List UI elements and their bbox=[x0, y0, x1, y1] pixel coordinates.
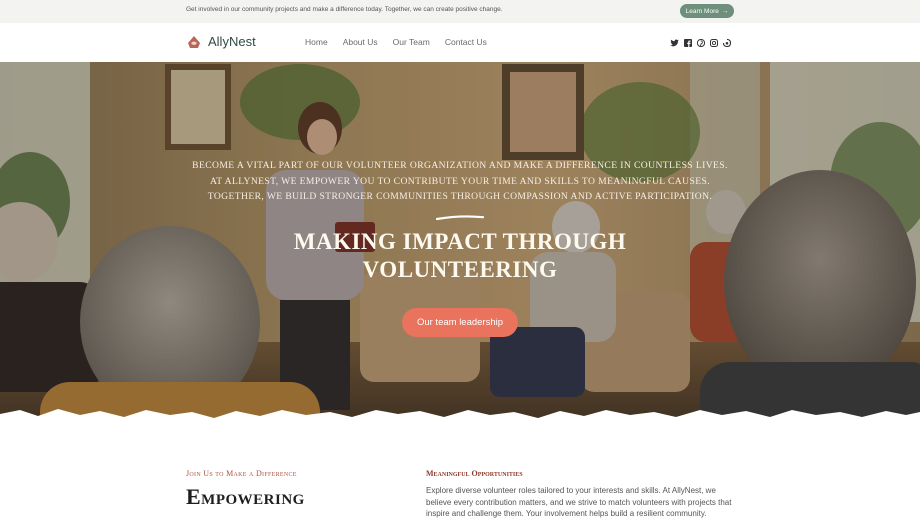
social-links bbox=[670, 38, 731, 47]
brand-name[interactable]: AllyNest bbox=[208, 34, 256, 49]
arrow-right-icon: → bbox=[721, 7, 729, 15]
team-leadership-button[interactable]: Our team leadership bbox=[402, 308, 518, 337]
main-nav: Home About Us Our Team Contact Us bbox=[305, 37, 487, 47]
site-header: AllyNest Home About Us Our Team Contact … bbox=[0, 23, 920, 63]
section-heading: Empowering bbox=[186, 484, 305, 509]
hero-paragraph: Become a vital part of our volunteer org… bbox=[192, 160, 728, 202]
hero-title-line-1: MAKING IMPACT THROUGH bbox=[293, 229, 627, 254]
threads-icon[interactable] bbox=[722, 38, 731, 47]
torn-edge-divider bbox=[0, 409, 920, 422]
hero-title-line-2: VOLUNTEERING bbox=[362, 257, 558, 282]
nav-contact-us[interactable]: Contact Us bbox=[445, 37, 487, 47]
learn-more-label: Learn More bbox=[685, 7, 719, 15]
hero-section: Become a vital part of our volunteer org… bbox=[0, 62, 920, 422]
section-body-text: Explore diverse volunteer roles tailored… bbox=[426, 486, 732, 518]
nav-our-team[interactable]: Our Team bbox=[393, 37, 430, 47]
pinterest-icon[interactable] bbox=[696, 38, 705, 47]
brush-stroke-divider bbox=[436, 215, 484, 221]
twitter-icon[interactable] bbox=[670, 38, 679, 47]
section-eyebrow: Join Us to Make a Difference bbox=[186, 469, 297, 478]
instagram-icon[interactable] bbox=[709, 38, 718, 47]
announcement-bar: Get involved in our community projects a… bbox=[0, 0, 920, 23]
learn-more-button[interactable]: Learn More → bbox=[680, 4, 734, 18]
section-subheading: Meaningful Opportunities bbox=[426, 469, 523, 478]
hero-title: MAKING IMPACT THROUGH VOLUNTEERING bbox=[186, 228, 734, 284]
facebook-icon[interactable] bbox=[683, 38, 692, 47]
announcement-text: Get involved in our community projects a… bbox=[186, 6, 503, 13]
nav-about-us[interactable]: About Us bbox=[343, 37, 378, 47]
logo-icon[interactable] bbox=[186, 34, 202, 50]
nav-home[interactable]: Home bbox=[305, 37, 328, 47]
